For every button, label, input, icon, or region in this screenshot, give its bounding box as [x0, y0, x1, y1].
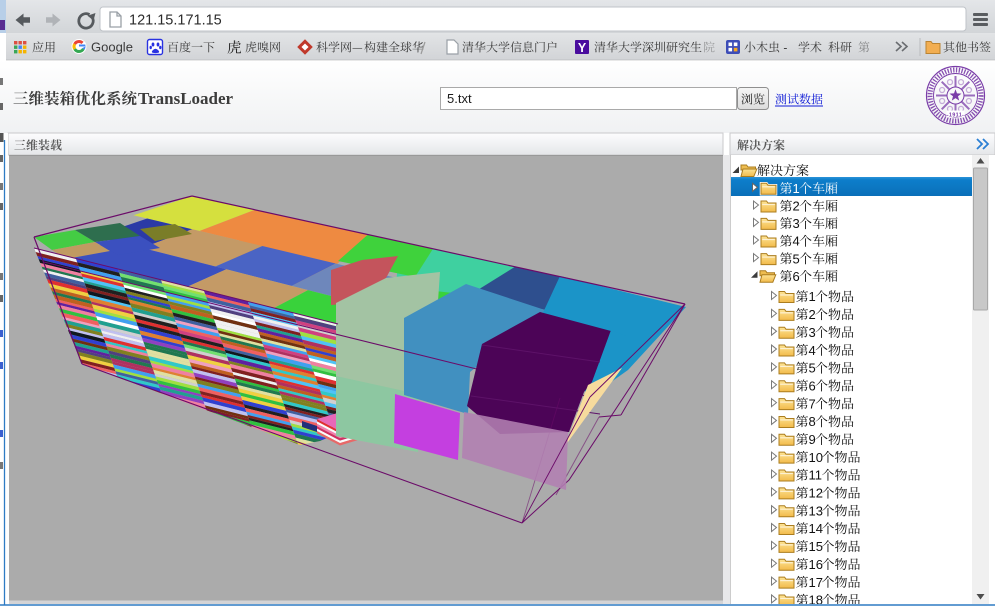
svg-text:4: 4	[793, 234, 800, 249]
svg-text:3: 3	[793, 216, 800, 231]
svg-text:1: 1	[809, 289, 816, 304]
svg-text:5.txt: 5.txt	[447, 91, 472, 106]
svg-text:2: 2	[809, 307, 816, 322]
svg-text:Y: Y	[578, 41, 587, 55]
svg-text:10: 10	[809, 450, 823, 465]
svg-text:4: 4	[809, 343, 816, 358]
svg-text:15: 15	[809, 539, 823, 554]
svg-text:2: 2	[793, 199, 800, 214]
svg-text:-: -	[780, 41, 791, 55]
svg-text:9: 9	[809, 432, 816, 447]
svg-text:-1911-: -1911-	[947, 113, 964, 119]
svg-text:5: 5	[793, 251, 800, 266]
svg-text:6: 6	[793, 269, 800, 284]
svg-text:12: 12	[809, 486, 823, 501]
svg-text:TransLoader: TransLoader	[138, 89, 234, 108]
svg-text:16: 16	[809, 557, 823, 572]
svg-text:6: 6	[809, 378, 816, 393]
svg-text:5: 5	[809, 361, 816, 376]
svg-text:13: 13	[809, 503, 823, 518]
svg-text:Google: Google	[91, 40, 133, 55]
svg-text:11: 11	[809, 468, 823, 483]
svg-text:121.15.171.15: 121.15.171.15	[129, 13, 222, 29]
svg-text:14: 14	[809, 521, 823, 536]
svg-text:3: 3	[809, 325, 816, 340]
svg-text:1: 1	[793, 181, 800, 196]
svg-text:17: 17	[809, 575, 823, 590]
svg-text:8: 8	[809, 414, 816, 429]
svg-text:7: 7	[809, 396, 816, 411]
